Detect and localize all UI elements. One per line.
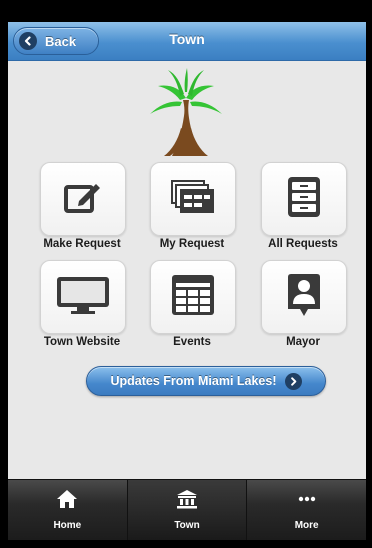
town-website-label: Town Website: [43, 336, 121, 348]
calendar-icon: [171, 274, 215, 321]
monitor-icon: [55, 275, 111, 320]
make-request-label: Make Request: [43, 238, 121, 250]
my-request-label: My Request: [159, 238, 225, 250]
nav-home-label: Home: [53, 520, 82, 531]
events-tile[interactable]: [150, 260, 236, 334]
stacked-documents-icon: [170, 179, 216, 220]
nav-town-label: Town: [174, 520, 200, 531]
nav-more[interactable]: More: [247, 480, 366, 540]
mayor-label: Mayor: [286, 336, 320, 348]
person-badge-icon: [287, 273, 321, 322]
bottom-navbar: Home Town More: [8, 479, 366, 540]
nav-more-label: More: [294, 520, 319, 531]
mayor-tile[interactable]: [261, 260, 347, 334]
events-label: Events: [173, 336, 211, 348]
all-requests-tile[interactable]: [261, 162, 347, 236]
page-title: Town: [169, 31, 205, 47]
palm-tree-logo: [150, 68, 222, 156]
home-icon: [56, 489, 78, 514]
nav-home[interactable]: Home: [8, 480, 128, 540]
chevron-right-icon: [284, 372, 302, 390]
updates-button[interactable]: Updates From Miami Lakes!: [86, 366, 326, 396]
file-cabinet-icon: [287, 176, 321, 223]
make-request-tile[interactable]: [40, 162, 126, 236]
ellipsis-icon: [296, 489, 318, 514]
nav-town[interactable]: Town: [127, 480, 248, 540]
all-requests-label: All Requests: [268, 238, 338, 250]
updates-label: Updates From Miami Lakes!: [110, 374, 277, 388]
app-screen: Back Town Make Request My Request All Re…: [8, 22, 366, 540]
town-website-tile[interactable]: [40, 260, 126, 334]
edit-icon: [63, 179, 103, 220]
header-bar: Back Town: [8, 22, 366, 61]
my-request-tile[interactable]: [150, 162, 236, 236]
building-icon: [176, 489, 198, 514]
